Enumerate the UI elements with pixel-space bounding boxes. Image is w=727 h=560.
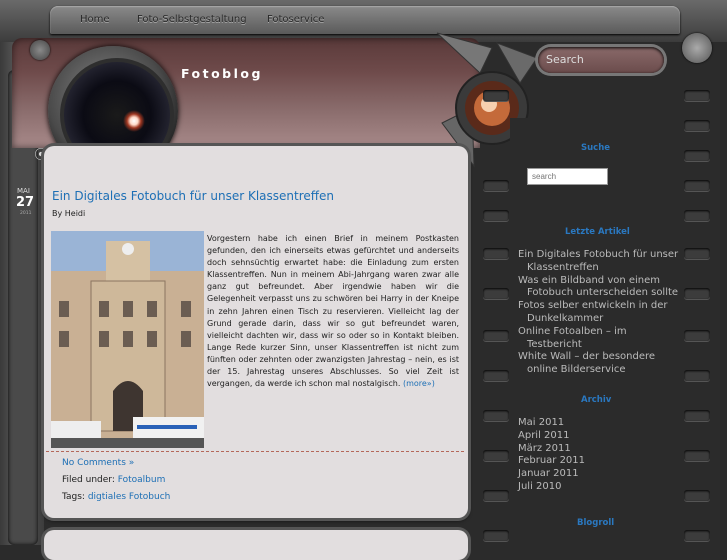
lens-glint — [123, 110, 145, 132]
film-sprocket — [684, 450, 710, 461]
film-sprocket — [483, 180, 509, 191]
film-sprocket — [483, 450, 509, 461]
post-author: By Heidi — [52, 209, 86, 218]
archive-link[interactable]: Februar 2011 — [518, 455, 585, 468]
post-tags: Tags: digtiales Fotobuch — [62, 492, 170, 502]
sidebar-search-heading: Suche — [581, 143, 611, 153]
nav-item-foto-selbstgestaltung[interactable]: Foto-Selbstgestaltung — [137, 14, 247, 25]
film-sprocket — [684, 410, 710, 421]
recent-article-link[interactable]: Ein Digitales Fotobuch für unser Klassent… — [518, 249, 678, 275]
recent-article-line: Online Fotoalben – im — [518, 325, 627, 337]
film-sprocket — [684, 90, 710, 101]
recent-article-link[interactable]: White Wall – der besondere online Bilders… — [518, 351, 678, 377]
film-sprocket — [483, 330, 509, 341]
recent-article-line: Ein Digitales Fotobuch für unser — [518, 249, 679, 260]
film-sprocket — [684, 530, 710, 541]
film-sprocket — [483, 90, 509, 101]
sidebar-search-input[interactable] — [527, 168, 608, 185]
film-sprocket — [483, 410, 509, 421]
header-search-input[interactable]: Search — [538, 47, 664, 73]
search-knob-icon[interactable] — [682, 33, 712, 63]
read-more-link[interactable]: (more») — [403, 379, 435, 388]
archive-link[interactable]: Mai 2011 — [518, 417, 585, 430]
filed-under-label: Filed under: — [62, 475, 115, 485]
recent-article-link[interactable]: Was ein Bildband von einem Fotobuch unter… — [518, 275, 678, 301]
archive-link[interactable]: Januar 2011 — [518, 468, 585, 481]
recent-article-link[interactable]: Online Fotoalben – im Testbericht — [518, 326, 678, 352]
post-date-month: MAI — [17, 187, 30, 195]
film-sprocket — [684, 370, 710, 381]
archive-list: Mai 2011 April 2011 März 2011 Februar 20… — [518, 417, 585, 494]
sidebar-archive-heading: Archiv — [581, 395, 612, 405]
film-sprocket — [483, 530, 509, 541]
comments-link[interactable]: No Comments » — [62, 458, 134, 468]
post-category: Filed under: Fotoalbum — [62, 475, 165, 485]
sidebar-film-strip-left — [481, 70, 511, 545]
sidebar-recent-heading: Letzte Artikel — [565, 227, 630, 237]
film-sprocket — [684, 288, 710, 299]
post-excerpt-text: Vorgestern habe ich einen Brief in meine… — [207, 234, 459, 389]
building-photo — [51, 231, 204, 448]
film-sprocket — [684, 490, 710, 501]
film-sprocket — [684, 120, 710, 131]
film-sprocket — [483, 370, 509, 381]
archive-link[interactable]: April 2011 — [518, 430, 585, 443]
tags-label: Tags: — [62, 492, 85, 502]
tag-link[interactable]: digtiales Fotobuch — [88, 492, 171, 502]
film-sprocket — [684, 248, 710, 259]
category-link[interactable]: Fotoalbum — [118, 475, 166, 485]
post-title-link[interactable]: Ein Digitales Fotobuch für unser Klassen… — [52, 189, 334, 203]
recent-article-line: Klassentreffen — [527, 261, 599, 273]
post-image — [51, 231, 204, 448]
film-sprocket — [684, 210, 710, 221]
film-sprocket — [483, 248, 509, 259]
post-date-year: 2011 — [20, 211, 32, 216]
archive-link[interactable]: März 2011 — [518, 443, 585, 456]
recent-article-link[interactable]: Fotos selber entwickeln in der Dunkelkamm… — [518, 300, 678, 326]
sidebar-film-strip-right — [682, 70, 712, 545]
post-date-day: 27 — [16, 195, 35, 210]
film-sprocket — [483, 288, 509, 299]
post-excerpt: Vorgestern habe ich einen Brief in meine… — [207, 233, 459, 390]
site-title[interactable]: Fotoblog — [181, 66, 263, 81]
sidebar-blogroll-heading: Blogroll — [577, 518, 615, 528]
recent-article-line: White Wall – der besondere — [518, 351, 656, 363]
recent-article-line: online Bilderservice — [527, 364, 626, 376]
lens-dial-icon — [30, 40, 50, 60]
archive-link[interactable]: Juli 2010 — [518, 481, 585, 494]
next-post-panel — [44, 530, 468, 560]
recent-article-line: Dunkelkammer — [527, 312, 604, 324]
nav-item-fotoservice[interactable]: Fotoservice — [267, 14, 324, 25]
recent-article-line: Testbericht — [527, 338, 582, 350]
nav-item-home[interactable]: Home — [80, 14, 110, 25]
film-sprocket — [483, 490, 509, 501]
recent-article-line: Fotos selber entwickeln in der — [518, 300, 668, 312]
post-divider — [46, 451, 464, 452]
film-sprocket — [684, 330, 710, 341]
film-sprocket — [684, 150, 710, 161]
film-sprocket — [684, 180, 710, 191]
film-sprocket — [483, 210, 509, 221]
recent-article-line: Fotobuch unterscheiden sollte — [527, 287, 679, 299]
recent-article-line: Was ein Bildband von einem — [518, 274, 661, 286]
recent-articles-list: Ein Digitales Fotobuch für unser Klassent… — [518, 249, 678, 377]
